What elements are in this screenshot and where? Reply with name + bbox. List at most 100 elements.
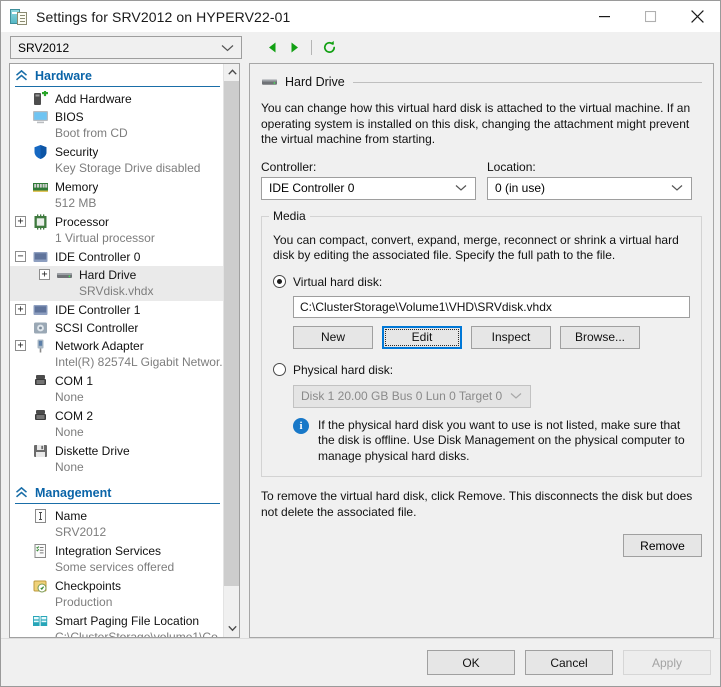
media-group: Media You can compact, convert, expand, … bbox=[261, 208, 702, 477]
section-header-management[interactable]: Management bbox=[10, 483, 224, 502]
vhd-path-input[interactable]: C:\ClusterStorage\Volume1\VHD\SRVdisk.vh… bbox=[293, 295, 690, 318]
tree-item-network-adapter[interactable]: + Network Adapter Intel(R) 82574L Gigabi… bbox=[10, 337, 224, 372]
toolbar: SRV2012 bbox=[1, 32, 720, 63]
com-port-icon bbox=[32, 408, 49, 424]
tree-item-integration-services[interactable]: Integration Services Some services offer… bbox=[10, 542, 224, 577]
expander-icon[interactable]: + bbox=[15, 340, 26, 351]
tree-item-checkpoints[interactable]: Checkpoints Production bbox=[10, 577, 224, 612]
tree-item-security[interactable]: Security Key Storage Drive disabled bbox=[10, 143, 224, 178]
close-icon[interactable] bbox=[674, 1, 720, 32]
tree-item-memory[interactable]: Memory 512 MB bbox=[10, 178, 224, 213]
scsi-controller-icon bbox=[32, 320, 49, 336]
scroll-down-icon[interactable] bbox=[224, 620, 239, 637]
chevron-down-icon bbox=[671, 181, 683, 195]
com-port-icon bbox=[32, 373, 49, 389]
nav-buttons bbox=[261, 37, 340, 59]
security-shield-icon bbox=[32, 144, 49, 160]
tree-item-label: Diskette Drive bbox=[55, 444, 130, 458]
controller-combobox[interactable]: IDE Controller 0 bbox=[261, 176, 476, 200]
settings-tree-panel: Hardware Add Hardware BIOS Boot from CD … bbox=[9, 63, 240, 638]
browse-button[interactable]: Browse... bbox=[560, 325, 640, 349]
tree-item-sublabel: None bbox=[55, 425, 84, 439]
tree-item-com-1[interactable]: COM 1 None bbox=[10, 372, 224, 407]
refresh-icon[interactable] bbox=[318, 37, 340, 59]
tree-item-diskette-drive[interactable]: Diskette Drive None bbox=[10, 442, 224, 477]
location-combobox[interactable]: 0 (in use) bbox=[487, 176, 692, 200]
tree-item-sublabel: SRVdisk.vhdx bbox=[79, 284, 154, 298]
tree-item-sublabel: Key Storage Drive disabled bbox=[55, 161, 201, 175]
settings-vm-icon bbox=[10, 8, 28, 26]
new-button[interactable]: New bbox=[293, 325, 373, 349]
expander-icon[interactable]: − bbox=[15, 251, 26, 262]
tree-item-sublabel: Some services offered bbox=[55, 560, 175, 574]
virtual-hard-disk-label: Virtual hard disk: bbox=[293, 274, 383, 289]
dialog-footer: OK Cancel Apply bbox=[1, 638, 720, 686]
maximize-icon[interactable] bbox=[628, 1, 674, 32]
pane-header: Hard Drive bbox=[261, 73, 702, 91]
tree-item-sublabel: Production bbox=[55, 595, 113, 609]
apply-button: Apply bbox=[623, 650, 711, 675]
tree-item-scsi-controller[interactable]: SCSI Controller bbox=[10, 319, 224, 337]
virtual-hard-disk-radio-row[interactable]: Virtual hard disk: bbox=[273, 275, 690, 289]
tree-item-processor[interactable]: + Processor 1 Virtual processor bbox=[10, 213, 224, 248]
physical-hard-disk-radio[interactable] bbox=[273, 363, 286, 376]
location-value: 0 (in use) bbox=[495, 181, 546, 195]
inspect-button-label: Inspect bbox=[491, 330, 531, 344]
virtual-hard-disk-radio[interactable] bbox=[273, 275, 286, 288]
tree-item-label: Smart Paging File Location bbox=[55, 614, 200, 628]
tree-item-sublabel: Boot from CD bbox=[55, 126, 128, 140]
title-bar: Settings for SRV2012 on HYPERV22-01 bbox=[1, 1, 720, 32]
tree-scrollbar[interactable] bbox=[223, 64, 239, 637]
tree-item-sublabel: 1 Virtual processor bbox=[55, 231, 155, 245]
forward-arrow-icon[interactable] bbox=[283, 37, 305, 59]
minimize-icon[interactable] bbox=[582, 1, 628, 32]
scroll-up-icon[interactable] bbox=[224, 64, 239, 81]
tree-item-label: Hard Drive bbox=[79, 268, 137, 282]
browse-button-label: Browse... bbox=[574, 330, 625, 344]
vm-selector-combobox[interactable]: SRV2012 bbox=[10, 36, 242, 59]
tree-item-smart-paging-file-location[interactable]: Smart Paging File Location C:\ClusterSto… bbox=[10, 612, 224, 637]
tree-item-label: IDE Controller 1 bbox=[55, 303, 141, 317]
settings-dialog-window: Settings for SRV2012 on HYPERV22-01 SRV2… bbox=[0, 0, 721, 687]
ok-button-label: OK bbox=[462, 655, 480, 670]
tree-item-sublabel: None bbox=[55, 460, 84, 474]
header-rule bbox=[352, 81, 702, 83]
edit-button[interactable]: Edit bbox=[382, 325, 462, 349]
memory-icon bbox=[32, 179, 49, 195]
ide-controller-icon bbox=[32, 249, 49, 265]
expander-icon[interactable]: + bbox=[39, 269, 50, 280]
chevron-down-icon bbox=[221, 41, 234, 55]
dialog-body: Hardware Add Hardware BIOS Boot from CD … bbox=[9, 63, 714, 638]
integration-services-icon bbox=[32, 543, 49, 559]
tree-item-bios[interactable]: BIOS Boot from CD bbox=[10, 108, 224, 143]
back-arrow-icon[interactable] bbox=[261, 37, 283, 59]
tree-item-ide-controller-1[interactable]: + IDE Controller 1 bbox=[10, 301, 224, 319]
tree-item-label: Checkpoints bbox=[55, 579, 122, 593]
cancel-button[interactable]: Cancel bbox=[525, 650, 613, 675]
scrollbar-thumb[interactable] bbox=[224, 81, 239, 586]
media-description: You can compact, convert, expand, merge,… bbox=[273, 232, 679, 263]
tree-item-add-hardware[interactable]: Add Hardware bbox=[10, 90, 224, 108]
tree-item-label: SCSI Controller bbox=[55, 321, 139, 335]
tree-item-sublabel: C:\ClusterStorage\volume1\Co... bbox=[55, 630, 224, 637]
inspect-button[interactable]: Inspect bbox=[471, 325, 551, 349]
ok-button[interactable]: OK bbox=[427, 650, 515, 675]
cancel-button-label: Cancel bbox=[550, 655, 588, 670]
expander-icon[interactable]: + bbox=[15, 304, 26, 315]
tree-item-com-2[interactable]: COM 2 None bbox=[10, 407, 224, 442]
remove-button[interactable]: Remove bbox=[623, 534, 702, 557]
tree-item-label: Name bbox=[55, 509, 88, 523]
hard-drive-icon bbox=[261, 74, 278, 90]
section-header-hardware[interactable]: Hardware bbox=[10, 66, 224, 85]
expander-icon[interactable]: + bbox=[15, 216, 26, 227]
tree-item-ide-controller-0[interactable]: − IDE Controller 0 bbox=[10, 248, 224, 266]
tree-item-hard-drive[interactable]: + Hard Drive SRVdisk.vhdx bbox=[10, 266, 224, 301]
tree-item-sublabel: SRV2012 bbox=[55, 525, 107, 539]
physical-hard-disk-radio-row[interactable]: Physical hard disk: bbox=[273, 363, 690, 377]
remove-button-label: Remove bbox=[640, 538, 685, 553]
remove-note: To remove the virtual hard disk, click R… bbox=[261, 489, 693, 519]
tree-item-name[interactable]: Name SRV2012 bbox=[10, 507, 224, 542]
caption-buttons bbox=[582, 1, 720, 32]
edit-button-label: Edit bbox=[411, 330, 433, 344]
media-group-title: Media bbox=[269, 208, 310, 223]
